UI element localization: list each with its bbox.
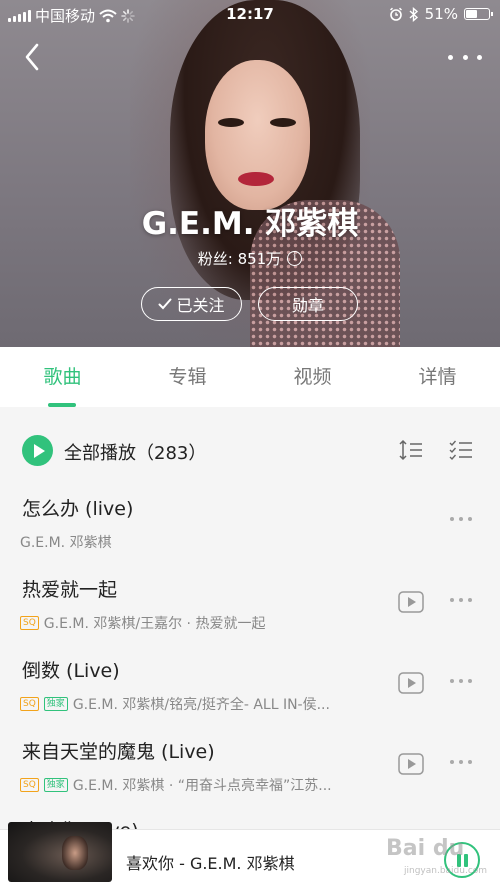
song-artist: G.E.M. 邓紫棋 · “用奋斗点亮幸福”江苏... xyxy=(72,778,332,794)
now-playing-cover[interactable] xyxy=(8,822,112,882)
fans-count: 粉丝: 851万 xyxy=(197,250,282,268)
tab-songs[interactable]: 歌曲 xyxy=(0,347,125,407)
song-artist: G.E.M. 邓紫棋 xyxy=(20,535,112,551)
song-row[interactable]: 热爱就一起 SQ G.E.M. 邓紫棋/王嘉尔 · 热爱就一起 xyxy=(0,575,500,655)
battery-percent: 51% xyxy=(424,5,458,23)
song-row[interactable]: 倒数 (Live) SQ 独家 G.E.M. 邓紫棋/铭亮/挺齐全- ALL I… xyxy=(0,656,500,736)
exclusive-badge: 独家 xyxy=(43,697,68,711)
artist-photo-lips xyxy=(238,172,274,186)
status-bar: 中国移动 12:17 51% xyxy=(0,0,500,28)
song-row[interactable]: 来自天堂的魔鬼 (Live) SQ 独家 G.E.M. 邓紫棋 · “用奋斗点亮… xyxy=(0,737,500,817)
mv-icon[interactable] xyxy=(398,753,424,775)
song-title: 倒数 (Live) xyxy=(22,660,120,682)
more-icon-dot xyxy=(477,54,482,60)
play-icon[interactable] xyxy=(22,435,53,466)
badge-button[interactable]: 勋章 xyxy=(258,287,358,321)
song-title: 热爱就一起 xyxy=(22,579,118,601)
song-title: 来自天堂的魔鬼 (Live) xyxy=(22,741,215,763)
bluetooth-icon xyxy=(409,6,418,22)
song-subtitle: SQ 独家 G.E.M. 邓紫棋 · “用奋斗点亮幸福”江苏... xyxy=(20,775,332,795)
sq-badge: SQ xyxy=(20,616,39,630)
sq-badge: SQ xyxy=(20,697,39,711)
song-subtitle: SQ 独家 G.E.M. 邓紫棋/铭亮/挺齐全- ALL IN-侯... xyxy=(20,694,330,714)
song-more-button[interactable] xyxy=(450,757,472,767)
sort-icon[interactable] xyxy=(398,438,424,462)
status-right: 51% xyxy=(389,5,493,23)
active-tab-indicator xyxy=(48,403,76,407)
song-more-button[interactable] xyxy=(450,676,472,686)
artist-name: G.E.M. 邓紫棋 xyxy=(141,206,359,242)
battery-icon xyxy=(464,8,493,20)
fans-count-row: 粉丝: 851万 i xyxy=(0,248,500,269)
play-all-label[interactable]: 全部播放（283） xyxy=(64,439,206,465)
watermark-url: jingyan.baidu.com xyxy=(404,866,488,876)
song-artist: G.E.M. 邓紫棋/王嘉尔 · 热爱就一起 xyxy=(43,616,266,632)
song-more-button[interactable] xyxy=(450,595,472,605)
artist-photo-face xyxy=(205,60,310,210)
info-icon[interactable]: i xyxy=(287,251,303,266)
watermark-logo: Bai du xyxy=(386,836,465,861)
follow-button[interactable]: 已关注 xyxy=(141,287,242,321)
artist-photo-eye xyxy=(218,118,244,127)
badge-label: 勋章 xyxy=(291,296,324,315)
mv-icon[interactable] xyxy=(398,672,424,694)
alarm-icon xyxy=(389,7,402,21)
artist-photo-eye xyxy=(270,118,296,127)
more-button[interactable] xyxy=(448,44,482,70)
check-icon xyxy=(158,298,172,310)
sq-badge: SQ xyxy=(20,778,39,792)
now-playing-title[interactable]: 喜欢你 - G.E.M. 邓紫棋 xyxy=(126,850,295,874)
song-row[interactable]: 怎么办 (live) G.E.M. 邓紫棋 xyxy=(0,494,500,574)
song-subtitle: SQ G.E.M. 邓紫棋/王嘉尔 · 热爱就一起 xyxy=(20,613,265,633)
follow-label: 已关注 xyxy=(176,296,225,315)
tab-details[interactable]: 详情 xyxy=(375,347,500,407)
tab-albums[interactable]: 专辑 xyxy=(125,347,250,407)
song-artist: G.E.M. 邓紫棋/铭亮/挺齐全- ALL IN-侯... xyxy=(72,697,330,713)
artist-header: 中国移动 12:17 51% G.E.M. 邓紫棋 粉丝: 851万 i 已关注… xyxy=(0,0,500,347)
mv-icon[interactable] xyxy=(398,591,424,613)
song-more-button[interactable] xyxy=(450,514,472,524)
song-title: 怎么办 (live) xyxy=(22,498,134,520)
more-icon-dot xyxy=(448,54,453,60)
more-icon-dot xyxy=(462,54,468,60)
multi-select-icon[interactable] xyxy=(448,438,474,462)
back-button[interactable] xyxy=(20,40,50,74)
back-icon xyxy=(25,43,39,71)
tab-bar: 歌曲 专辑 视频 详情 xyxy=(0,347,500,407)
tab-videos[interactable]: 视频 xyxy=(250,347,375,407)
play-all-row[interactable]: 全部播放（283） xyxy=(0,430,500,470)
exclusive-badge: 独家 xyxy=(43,778,68,792)
song-subtitle: G.E.M. 邓紫棋 xyxy=(20,532,112,552)
